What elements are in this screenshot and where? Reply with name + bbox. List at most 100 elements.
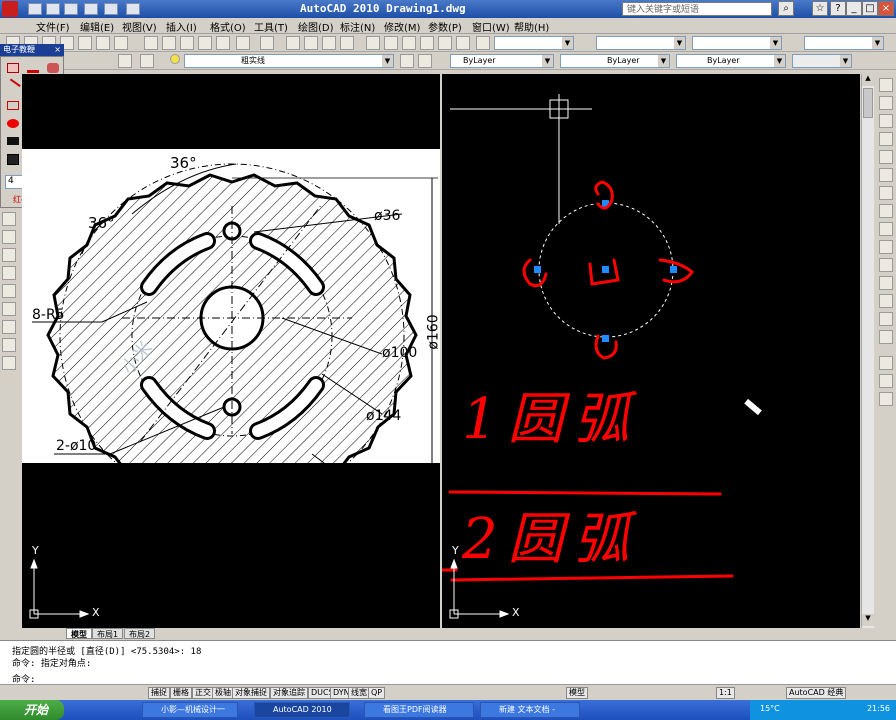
undo-icon[interactable]: [236, 36, 250, 50]
rectangle-tool-icon[interactable]: [7, 101, 19, 110]
tab-layout1[interactable]: 布局1: [92, 628, 124, 639]
draw-tool-icon-3[interactable]: [2, 248, 16, 262]
modify-tool-icon-11[interactable]: [879, 258, 893, 272]
plot-style-combo[interactable]: ▼: [792, 54, 852, 68]
menu-insert[interactable]: 插入(I): [166, 19, 197, 34]
draw-tool-icon-4[interactable]: [2, 266, 16, 280]
sheet-set-icon[interactable]: [420, 36, 434, 50]
workspace-switch[interactable]: AutoCAD 经典: [786, 687, 847, 699]
menu-draw[interactable]: 绘图(D): [298, 19, 334, 34]
autocad-logo-icon[interactable]: [2, 1, 18, 17]
modify-tool-icon-2[interactable]: [879, 96, 893, 110]
quick-undo-icon[interactable]: [84, 3, 98, 15]
otrack-toggle[interactable]: 对象追踪: [270, 687, 308, 699]
task-video[interactable]: 小影—机械设计一: [142, 702, 238, 718]
draw-tool-icon-1[interactable]: [2, 212, 16, 226]
minimize-button[interactable]: _: [846, 1, 862, 16]
text-style-icon[interactable]: [476, 36, 490, 50]
publish-icon[interactable]: [96, 36, 110, 50]
modify-tool-icon-14[interactable]: [879, 312, 893, 326]
search-input[interactable]: 键入关键字或短语: [622, 2, 772, 16]
modify-tool-icon-17[interactable]: [879, 374, 893, 388]
layer-state-icon[interactable]: [140, 54, 154, 68]
menu-modify[interactable]: 修改(M): [384, 19, 420, 34]
close-button[interactable]: ×: [878, 1, 894, 16]
lineweight-toggle[interactable]: 线宽: [348, 687, 370, 699]
menu-tools[interactable]: 工具(T): [254, 19, 288, 34]
modify-tool-icon-18[interactable]: [879, 392, 893, 406]
linetype-combo[interactable]: ByLayer ▼: [560, 54, 670, 68]
pencil-icon[interactable]: [27, 63, 39, 73]
draw-tool-icon-6[interactable]: [2, 302, 16, 316]
layer-manager-icon[interactable]: [118, 54, 132, 68]
properties-icon[interactable]: [366, 36, 380, 50]
model-button[interactable]: 模型: [566, 687, 588, 699]
modify-tool-icon-4[interactable]: [879, 132, 893, 146]
quick-save-icon[interactable]: [64, 3, 78, 15]
table-style-combo[interactable]: ▼: [692, 36, 782, 50]
make-current-layer-icon[interactable]: [400, 54, 414, 68]
cut-icon[interactable]: [144, 36, 158, 50]
tool-palettes-icon[interactable]: [402, 36, 416, 50]
modify-tool-icon-13[interactable]: [879, 294, 893, 308]
modify-tool-icon-15[interactable]: [879, 330, 893, 344]
menu-format[interactable]: 格式(O): [210, 19, 246, 34]
text-style-combo[interactable]: ▼: [494, 36, 574, 50]
modify-tool-icon-7[interactable]: [879, 186, 893, 200]
modify-tool-icon-8[interactable]: [879, 204, 893, 218]
annotation-scale[interactable]: 1:1: [716, 687, 735, 699]
menu-view[interactable]: 视图(V): [122, 19, 157, 34]
modify-tool-icon-16[interactable]: [879, 356, 893, 370]
clock[interactable]: 21:56: [867, 704, 890, 713]
snap-toggle[interactable]: 捕捉: [148, 687, 170, 699]
draw-tool-icon-8[interactable]: [2, 338, 16, 352]
menu-window[interactable]: 窗口(W): [472, 19, 510, 34]
menu-parameters[interactable]: 参数(P): [428, 19, 462, 34]
tab-layout2[interactable]: 布局2: [124, 628, 156, 639]
grip-center[interactable]: [602, 266, 609, 273]
task-pdf-reader[interactable]: 看图王PDF阅读器: [364, 702, 474, 718]
menu-edit[interactable]: 编辑(E): [80, 19, 114, 34]
menu-file[interactable]: 文件(F): [36, 19, 70, 34]
zoom-previous-icon[interactable]: [340, 36, 354, 50]
viewport-right[interactable]: 1圆弧 2圆弧 Y X: [442, 74, 860, 628]
vertical-scrollbar[interactable]: ▲ ▼: [861, 74, 874, 628]
quick-new-icon[interactable]: [28, 3, 42, 15]
grip-left[interactable]: [534, 266, 541, 273]
modify-tool-icon-10[interactable]: [879, 240, 893, 254]
grip-bottom[interactable]: [602, 335, 609, 342]
scroll-thumb[interactable]: [863, 88, 873, 118]
save-icon[interactable]: [7, 154, 19, 165]
layer-combo[interactable]: 粗实线 ▼: [184, 54, 394, 68]
copy-icon[interactable]: [162, 36, 176, 50]
polar-toggle[interactable]: 极轴: [212, 687, 234, 699]
ortho-toggle[interactable]: 正交: [192, 687, 214, 699]
task-autocad[interactable]: AutoCAD 2010: [254, 702, 350, 718]
redo-icon[interactable]: [260, 36, 274, 50]
command-line[interactable]: 指定圆的半径或 [直径(D)] <75.5304>: 18 命令: 指定对角点:…: [0, 640, 896, 685]
help-search-icon[interactable]: ⌕: [778, 1, 794, 16]
maximize-button[interactable]: □: [862, 1, 878, 16]
quick-plot-icon[interactable]: [126, 3, 140, 15]
draw-tool-icon-7[interactable]: [2, 320, 16, 334]
preview-icon[interactable]: [78, 36, 92, 50]
grip-right[interactable]: [670, 266, 677, 273]
markup-icon[interactable]: [438, 36, 452, 50]
layer-previous-icon[interactable]: [418, 54, 432, 68]
paste-icon[interactable]: [180, 36, 194, 50]
modify-tool-icon-12[interactable]: [879, 276, 893, 290]
filled-ellipse-icon[interactable]: [7, 119, 19, 128]
3d-dwf-icon[interactable]: [114, 36, 128, 50]
start-button[interactable]: 开始: [0, 700, 64, 720]
star-icon[interactable]: ☆: [812, 1, 828, 16]
eraser-icon[interactable]: [7, 63, 19, 73]
menu-dimension[interactable]: 标注(N): [340, 19, 375, 34]
help-icon[interactable]: [456, 36, 470, 50]
lineweight-combo[interactable]: ByLayer ▼: [676, 54, 786, 68]
viewport-left[interactable]: 小米 36° 36° ø36 ø160 ø100 ø144 8-R5 2-ø10…: [22, 74, 442, 628]
modify-tool-icon-9[interactable]: [879, 222, 893, 236]
modify-tool-icon-5[interactable]: [879, 150, 893, 164]
help-icon[interactable]: ?: [830, 1, 846, 16]
modify-tool-icon-6[interactable]: [879, 168, 893, 182]
pen-panel-close-icon[interactable]: ×: [54, 44, 61, 56]
